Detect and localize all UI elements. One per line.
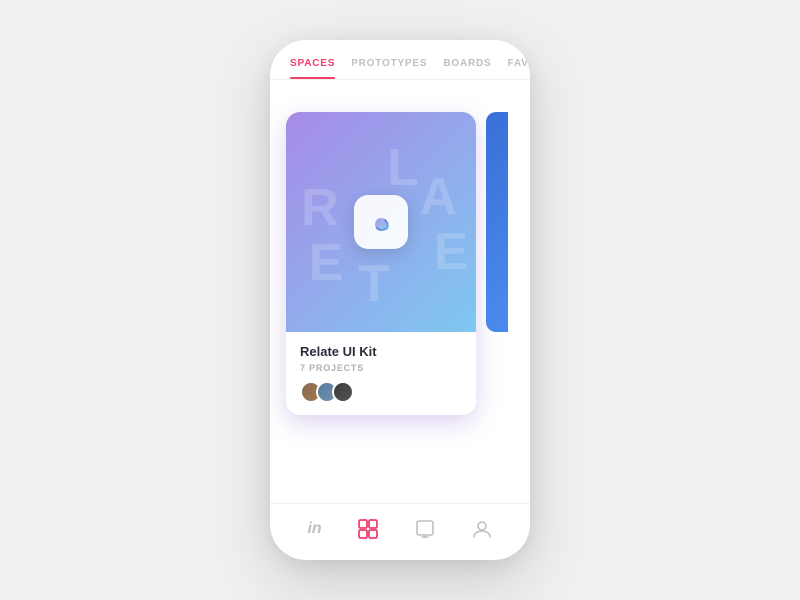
letter-a: A (419, 167, 457, 227)
bottom-nav-prototypes[interactable] (414, 518, 436, 540)
tab-prototypes[interactable]: PROTOTYPES (351, 58, 427, 79)
cards-row: L A R E T E (286, 112, 514, 415)
card-subtitle: 7 PROJECTS (300, 363, 462, 373)
bottom-nav: in (270, 503, 530, 560)
side-card-peek (486, 112, 508, 332)
avatars-row (300, 381, 462, 403)
relate-logo-icon (367, 208, 395, 236)
letter-l: L (387, 138, 419, 198)
content-area: L A R E T E (270, 80, 530, 503)
letter-e: E (309, 233, 344, 293)
card-title: Relate UI Kit (300, 344, 462, 359)
nav-tabs: SPACES PROTOTYPES BOARDS FAVORITES (270, 40, 530, 79)
app-icon (354, 195, 408, 249)
main-card[interactable]: L A R E T E (286, 112, 476, 415)
bottom-nav-profile[interactable] (471, 518, 493, 540)
tab-spaces[interactable]: SPACES (290, 58, 335, 79)
profile-icon (471, 518, 493, 540)
letter-r: R (301, 178, 339, 238)
card-visual: L A R E T E (286, 112, 476, 332)
tab-boards[interactable]: BOARDS (443, 58, 491, 79)
bottom-nav-boards[interactable] (357, 518, 379, 540)
letter-e2: E (434, 222, 469, 282)
boards-icon (357, 518, 379, 540)
card-info: Relate UI Kit 7 PROJECTS (286, 332, 476, 415)
tab-favorites[interactable]: FAVORITES (508, 58, 531, 79)
invision-icon: in (307, 520, 321, 538)
avatar-3 (332, 381, 354, 403)
phone-frame: SPACES PROTOTYPES BOARDS FAVORITES L A R (270, 40, 530, 560)
letter-t: T (358, 254, 390, 314)
prototypes-icon (414, 518, 436, 540)
bottom-nav-invision[interactable]: in (307, 520, 321, 538)
